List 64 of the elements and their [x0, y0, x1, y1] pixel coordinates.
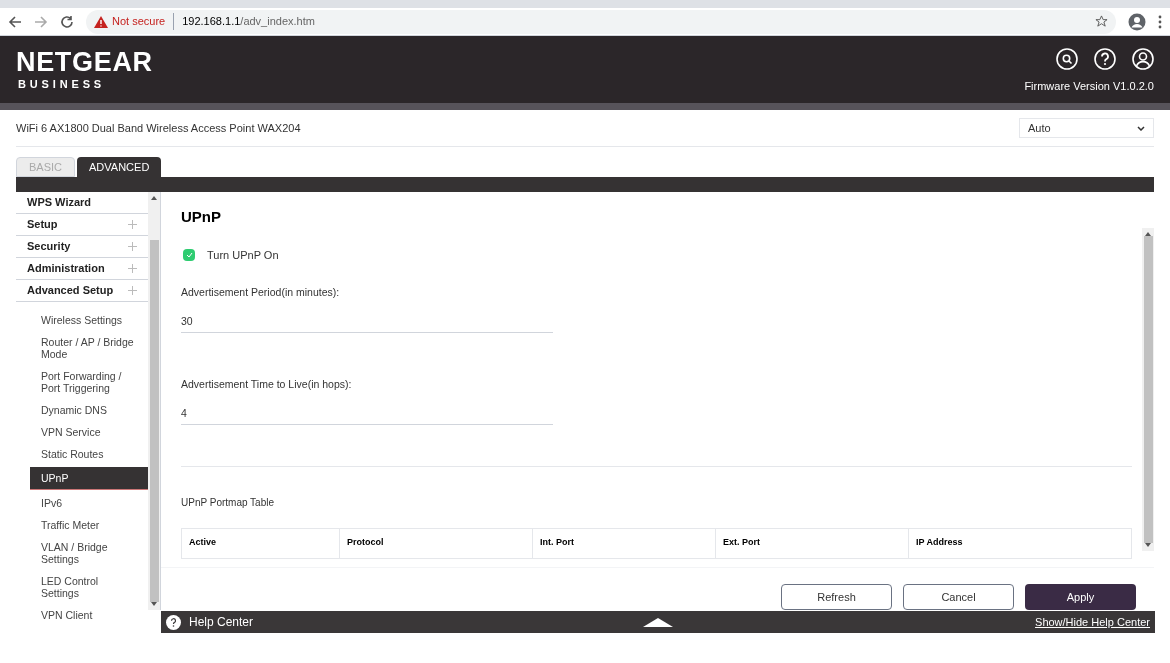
menu-item[interactable]: VPN Service	[30, 424, 148, 440]
plus-icon	[128, 264, 137, 273]
section-label: Setup	[27, 217, 58, 233]
star-icon[interactable]	[1095, 15, 1108, 28]
menu-item[interactable]: Dynamic DNS	[30, 402, 148, 418]
field-label: Advertisement Period(in minutes):	[181, 285, 341, 300]
menu-item[interactable]: UPnP	[30, 467, 148, 490]
column-header: Active	[188, 536, 217, 550]
security-label: Not secure	[112, 13, 175, 30]
language-select[interactable]: Auto	[1019, 118, 1154, 138]
menu-item[interactable]: Wireless Settings	[30, 312, 148, 328]
menu-item[interactable]: VPN Client	[30, 607, 148, 623]
menu-item[interactable]: LED Control Settings	[30, 573, 148, 601]
plus-icon	[128, 220, 137, 229]
page-title: UPnP	[181, 207, 222, 227]
checkbox[interactable]	[183, 248, 195, 261]
profile-icon[interactable]	[1128, 12, 1146, 31]
help-icon[interactable]	[1094, 48, 1116, 70]
menu-item[interactable]: Router / AP / Bridge Mode	[30, 334, 148, 362]
chevron-icon	[1137, 125, 1145, 131]
url-text: 192.168.1.1/adv_index.htm	[181, 14, 315, 30]
firmware-version: Firmware Version V1.0.2.0	[1024, 79, 1154, 94]
menu-icon[interactable]	[1158, 14, 1162, 29]
back-icon[interactable]	[8, 14, 22, 29]
check-icon	[185, 251, 193, 258]
content-scrollbar[interactable]	[1142, 228, 1154, 551]
checkbox-label: Turn UPnP On	[207, 247, 279, 263]
column-header: IP Address	[908, 528, 1131, 558]
section-label: Advanced Setup	[27, 283, 114, 299]
section-label: Administration	[27, 261, 105, 277]
search-icon[interactable]	[1056, 48, 1078, 70]
section-label: Security	[27, 239, 71, 255]
action-button[interactable]: Refresh	[781, 584, 892, 610]
warning-icon	[94, 15, 108, 28]
menu-item[interactable]: Static Routes	[30, 446, 148, 462]
input-field[interactable]: 30	[181, 310, 553, 333]
menu-item[interactable]: IPv6	[30, 495, 148, 511]
reload-icon[interactable]	[60, 14, 74, 29]
action-button[interactable]: Cancel	[903, 584, 1014, 610]
scroll-up-icon[interactable]	[151, 196, 157, 200]
help-center-label[interactable]: Help Center	[189, 613, 254, 631]
menu-item[interactable]: Port Forwarding / Port Triggering	[30, 368, 148, 396]
section-label: WPS Wizard	[27, 195, 92, 211]
field-label: Advertisement Time to Live(in hops):	[181, 376, 353, 392]
expand-arrow-icon[interactable]	[643, 617, 673, 627]
address-bar[interactable]: Not secure 192.168.1.1/adv_index.htm	[86, 9, 1116, 34]
plus-icon	[128, 242, 137, 251]
tab[interactable]: ADVANCED	[77, 157, 162, 177]
user-icon[interactable]	[1132, 48, 1154, 70]
sidebar-scrollbar[interactable]	[148, 192, 160, 610]
column-header: Ext. Port	[715, 528, 908, 558]
logo-subtitle: BUSINESS	[17, 77, 107, 92]
apply-button[interactable]: Apply	[1025, 584, 1136, 610]
column-header: Int. Port	[532, 528, 715, 558]
menu-item[interactable]: VLAN / Bridge Settings	[30, 539, 148, 567]
logo-text: NETGEAR	[16, 48, 153, 76]
menu-item[interactable]: Traffic Meter	[30, 517, 148, 533]
column-header: Protocol	[339, 528, 532, 558]
input-field[interactable]: 4	[181, 402, 553, 425]
table-title: UPnP Portmap Table	[181, 495, 276, 510]
device-title: WiFi 6 AX1800 Dual Band Wireless Access Point WAX204	[16, 120, 301, 136]
help-icon	[166, 614, 181, 630]
plus-icon	[128, 286, 137, 295]
show-hide-help-link[interactable]: Show/Hide Help Center	[1035, 613, 1150, 631]
